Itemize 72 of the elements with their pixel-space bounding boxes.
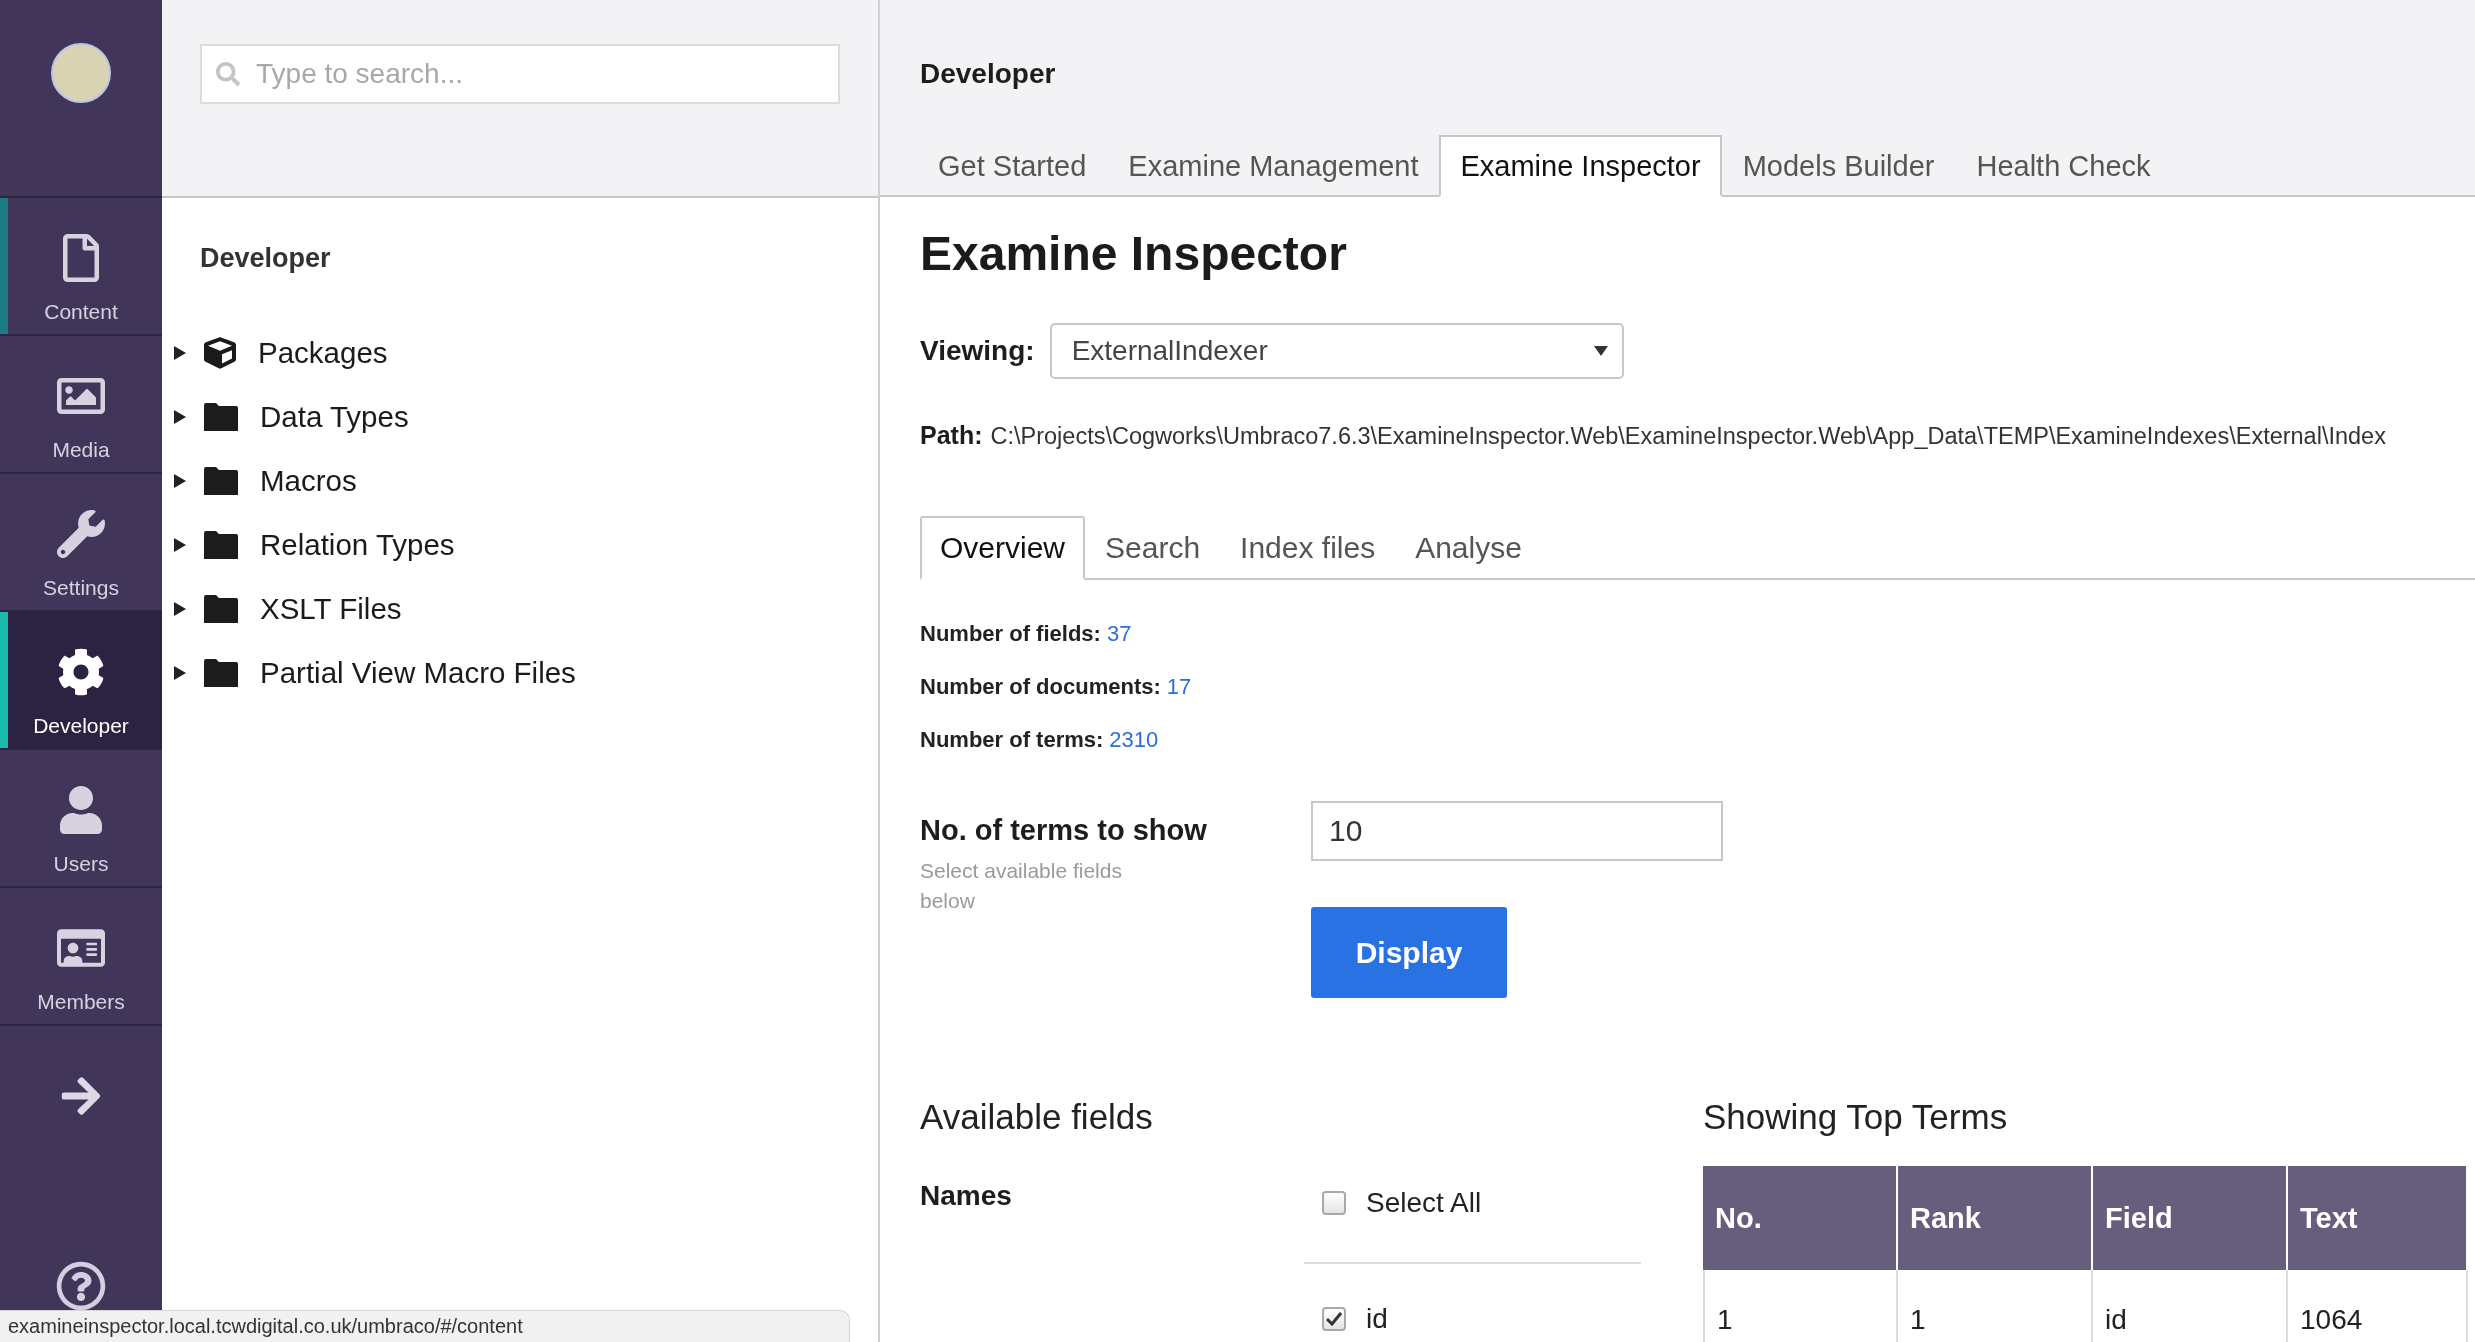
table-cell: 1064 (2288, 1270, 2468, 1342)
tab[interactable]: Get Started (917, 135, 1108, 197)
arrow-right-icon[interactable] (59, 1074, 103, 1118)
table-cell: 1 (1898, 1270, 2093, 1342)
section-title: Developer (920, 57, 1056, 91)
user-icon (57, 786, 105, 834)
caret-icon (1593, 346, 1608, 356)
field-label: Names (920, 1179, 1012, 1213)
stat-value: 37 (1106, 620, 1132, 648)
caret-icon[interactable] (174, 602, 186, 616)
folder-icon (204, 467, 238, 495)
user-avatar[interactable] (51, 43, 111, 103)
caret-icon[interactable] (174, 346, 186, 360)
tree-item[interactable]: Packages (204, 336, 388, 370)
stat-value: 2310 (1109, 726, 1159, 754)
page-title: Examine Inspector (920, 226, 1347, 282)
field-label: Viewing: (920, 335, 1035, 367)
stat-value: 17 (1166, 673, 1192, 701)
caret-icon[interactable] (174, 666, 186, 680)
tab[interactable]: Examine Management (1107, 135, 1440, 197)
display-button[interactable]: Display (1311, 907, 1507, 998)
column-header: Field (2093, 1166, 2288, 1270)
folder-icon (204, 659, 238, 687)
tab[interactable]: Models Builder (1721, 135, 1956, 197)
tree-item[interactable]: Relation Types (204, 528, 455, 562)
status-bar-url: examineinspector.local.tcwdigital.co.uk/umbraco/#/content (0, 1310, 850, 1342)
wrench-icon (57, 510, 105, 558)
tab[interactable]: Index files (1220, 516, 1396, 580)
tab[interactable]: Search (1085, 516, 1221, 580)
checkbox-label: Select All (1366, 1186, 1482, 1220)
index-select[interactable]: ExternalIndexer (1049, 323, 1624, 379)
terms-count-input[interactable]: 10 (1311, 801, 1723, 861)
tab[interactable]: Overview (920, 516, 1086, 580)
checkbox[interactable] (1322, 1191, 1346, 1215)
tree-item[interactable]: Data Types (204, 400, 409, 434)
checkbox-label: id (1366, 1302, 1388, 1336)
tree-item[interactable]: Macros (204, 464, 357, 498)
search-icon (216, 62, 240, 86)
folder-icon (204, 595, 238, 623)
field-label: No. of terms to show (920, 813, 1207, 848)
search-field[interactable]: Type to search... (200, 44, 840, 104)
stat-label: Number of terms: (920, 726, 1104, 754)
path-value: C:\Projects\Cogworks\Umbraco7.6.3\ExamineInspector.Web\ExamineInspector.Web\App_Data\TEMP\ExamineIndexes\External\Index (990, 422, 2386, 451)
caret-icon[interactable] (174, 410, 186, 424)
tree-heading: Developer (200, 242, 331, 275)
tree-item[interactable]: Partial View Macro Files (204, 656, 576, 690)
tab[interactable]: Examine Inspector (1439, 135, 1722, 197)
stat-label: Number of documents: (920, 673, 1161, 701)
cube-icon (204, 337, 236, 369)
tab[interactable]: Health Check (1955, 135, 2172, 197)
checkbox[interactable] (1322, 1307, 1346, 1331)
folder-icon (204, 531, 238, 559)
caret-icon[interactable] (174, 538, 186, 552)
stat-label: Number of fields: (920, 620, 1101, 648)
tab[interactable]: Analyse (1395, 516, 1542, 580)
caret-icon[interactable] (174, 474, 186, 488)
column-header: Rank (1898, 1166, 2093, 1270)
table-cell: 1 (1703, 1270, 1898, 1342)
tree-item[interactable]: XSLT Files (204, 592, 402, 626)
section-heading: Available fields (920, 1096, 1153, 1138)
section-nav-item[interactable]: Content (0, 198, 162, 336)
help-icon[interactable] (56, 1261, 106, 1311)
section-nav-item[interactable]: Developer (0, 612, 162, 750)
section-heading: Showing Top Terms (1703, 1096, 2008, 1138)
table-cell: id (2093, 1270, 2288, 1342)
column-header: Text (2288, 1166, 2468, 1270)
path-label: Path: (920, 420, 983, 450)
field-description: Select available fields below (920, 858, 1123, 914)
check-icon (1326, 1312, 1342, 1326)
folder-icon (204, 403, 238, 431)
column-header: No. (1703, 1166, 1898, 1270)
settings-icon (57, 648, 105, 696)
